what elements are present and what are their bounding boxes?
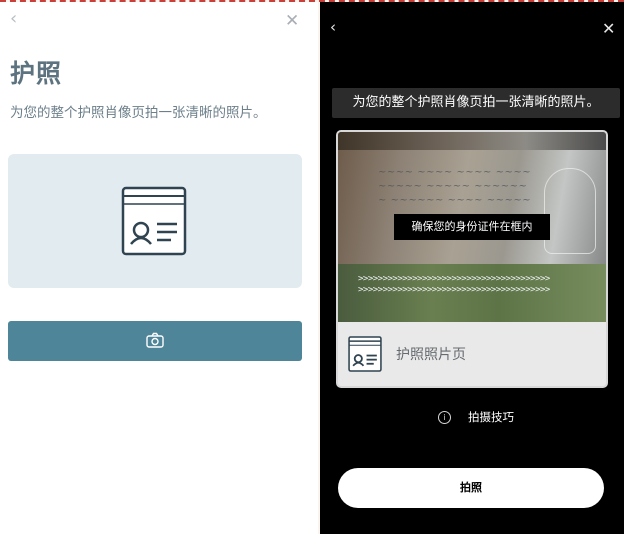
back-chevron-icon[interactable]: ‹ (330, 18, 336, 36)
passport-intro-screen: ‹ ✕ 护照 为您的整个护照肖像页拍一张清晰的照片。 (0, 2, 318, 534)
face-outline-icon (544, 168, 596, 254)
document-type-label: 护照照片页 (396, 347, 466, 363)
info-icon: i (438, 411, 451, 424)
shoot-button[interactable]: 拍照 (338, 468, 604, 508)
passport-illustration (8, 154, 302, 288)
frame-hint: 确保您的身份证件在框内 (394, 214, 550, 240)
capture-instruction: 为您的整个护照肖像页拍一张清晰的照片。 (332, 88, 620, 118)
camera-viewfinder: ~~~~ ~~~~ ~~~~ ~~~~ ~~~~~ ~~~~~ ~~~~~~ ~ ~… (336, 130, 608, 388)
camera-icon (146, 332, 164, 348)
take-photo-button[interactable] (8, 321, 302, 361)
passport-id-icon (121, 186, 187, 256)
preview-scan-pattern: >>>>>>>>>>>>>>>>>>>>>>>>>>>>>>>>>>>>>>> … (358, 274, 550, 295)
document-type-row: 护照照片页 (338, 322, 606, 386)
passport-id-icon (348, 336, 382, 372)
page-title: 护照 (10, 59, 63, 88)
camera-capture-screen: ‹ ✕ 为您的整个护照肖像页拍一张清晰的照片。 ~~~~ ~~~~ ~~~~ ~… (320, 2, 624, 534)
close-icon[interactable]: ✕ (285, 11, 299, 31)
back-chevron-icon[interactable]: ‹ (10, 8, 17, 29)
page-subtitle: 为您的整个护照肖像页拍一张清晰的照片。 (10, 105, 267, 121)
preview-band (338, 132, 606, 150)
close-icon[interactable]: ✕ (602, 19, 615, 38)
camera-preview-image: ~~~~ ~~~~ ~~~~ ~~~~ ~~~~~ ~~~~~ ~~~~~~ ~ ~… (338, 132, 606, 322)
photo-tips-label: 拍摄技巧 (468, 410, 514, 424)
